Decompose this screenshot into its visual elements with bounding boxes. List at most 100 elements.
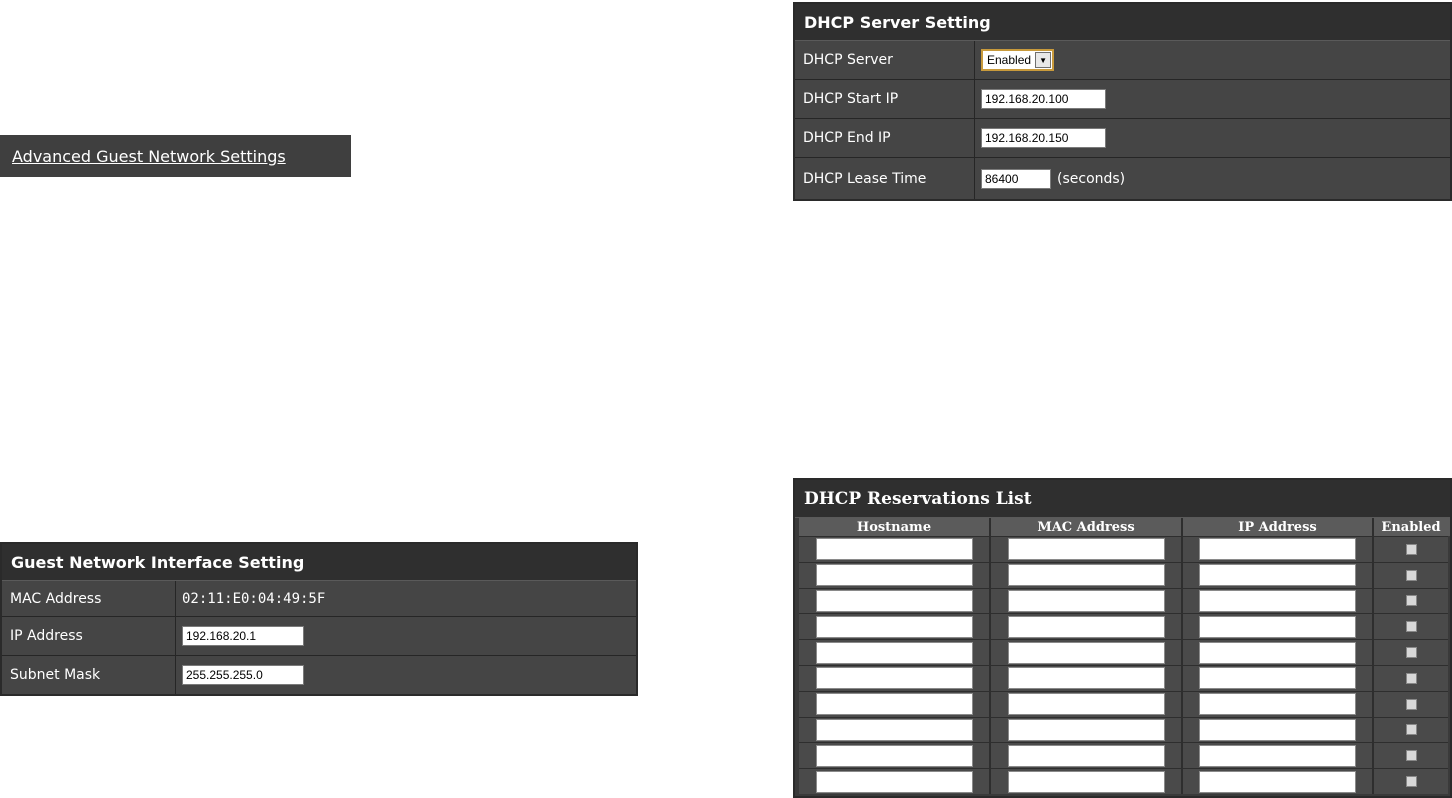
- hostname-input[interactable]: [815, 693, 973, 716]
- dhcp-server-select[interactable]: Enabled ▼: [981, 49, 1055, 71]
- hostname-input[interactable]: [815, 589, 973, 612]
- ip-address-input[interactable]: [1199, 641, 1356, 664]
- table-row: [799, 639, 1450, 665]
- table-cell: [1183, 768, 1374, 794]
- guest-mac-row: MAC Address 02:11:E0:04:49:5F: [2, 581, 636, 617]
- guest-interface-panel: Guest Network Interface Setting MAC Addr…: [0, 542, 638, 696]
- hostname-input[interactable]: [815, 667, 973, 690]
- enabled-checkbox[interactable]: [1405, 698, 1417, 710]
- enabled-checkbox[interactable]: [1405, 595, 1417, 607]
- guest-ip-input[interactable]: 192.168.20.1: [182, 626, 304, 646]
- reservations-table: Hostname MAC Address IP Address Enabled: [795, 518, 1450, 794]
- dhcp-server-row: DHCP Server Enabled ▼: [795, 41, 1450, 80]
- enabled-checkbox[interactable]: [1405, 543, 1417, 555]
- table-cell: [1374, 716, 1448, 743]
- col-hostname: Hostname: [799, 518, 991, 536]
- mac-address-input[interactable]: [1007, 564, 1165, 587]
- guest-ip-label: IP Address: [2, 617, 176, 655]
- dhcp-end-ip-input[interactable]: 192.168.20.150: [981, 128, 1106, 148]
- mac-address-input[interactable]: [1007, 538, 1165, 561]
- table-row: [799, 613, 1450, 640]
- table-cell: [1183, 536, 1374, 562]
- guest-mac-value: 02:11:E0:04:49:5F: [176, 581, 636, 616]
- mac-address-input[interactable]: [1007, 667, 1165, 690]
- hostname-input[interactable]: [815, 564, 973, 587]
- table-cell: [799, 561, 991, 588]
- guest-mask-label: Subnet Mask: [2, 656, 176, 694]
- mac-address-input[interactable]: [1007, 770, 1165, 793]
- enabled-checkbox[interactable]: [1405, 672, 1417, 684]
- table-cell: [1183, 613, 1374, 640]
- table-cell: [1183, 561, 1374, 588]
- table-cell: [1374, 613, 1448, 640]
- table-cell: [991, 561, 1183, 588]
- dhcp-start-ip-input[interactable]: 192.168.20.100: [981, 89, 1106, 109]
- table-cell: [1374, 690, 1448, 717]
- mac-address-input[interactable]: [1007, 589, 1165, 612]
- table-row: [799, 742, 1450, 769]
- hostname-input[interactable]: [815, 770, 973, 793]
- dhcp-reservations-panel: DHCP Reservations List Hostname MAC Addr…: [793, 478, 1452, 798]
- table-cell: [991, 536, 1183, 562]
- table-cell: [1374, 536, 1448, 562]
- enabled-checkbox[interactable]: [1405, 569, 1417, 581]
- table-cell: [991, 587, 1183, 614]
- ip-address-input[interactable]: [1199, 718, 1356, 741]
- hostname-input[interactable]: [815, 615, 973, 638]
- mac-address-input[interactable]: [1007, 744, 1165, 767]
- hostname-input[interactable]: [815, 744, 973, 767]
- enabled-checkbox[interactable]: [1405, 776, 1417, 788]
- table-cell: [1183, 639, 1374, 665]
- guest-mask-input[interactable]: 255.255.255.0: [182, 665, 304, 685]
- table-cell: [991, 716, 1183, 743]
- enabled-checkbox[interactable]: [1405, 621, 1417, 633]
- col-ip-address: IP Address: [1183, 518, 1374, 536]
- table-cell: [991, 664, 1183, 691]
- table-row: [799, 536, 1450, 562]
- enabled-checkbox[interactable]: [1405, 724, 1417, 736]
- ip-address-input[interactable]: [1199, 564, 1356, 587]
- col-enabled: Enabled: [1381, 519, 1441, 535]
- ip-address-input[interactable]: [1199, 770, 1356, 793]
- mac-address-input[interactable]: [1007, 718, 1165, 741]
- hostname-input[interactable]: [815, 718, 973, 741]
- dhcp-end-ip-row: DHCP End IP 192.168.20.150: [795, 119, 1450, 158]
- table-cell: [1183, 716, 1374, 743]
- dhcp-end-ip-label: DHCP End IP: [795, 119, 975, 157]
- mac-address-input[interactable]: [1007, 641, 1165, 664]
- table-cell: [1183, 742, 1374, 769]
- table-row: [799, 768, 1450, 794]
- ip-address-input[interactable]: [1199, 589, 1356, 612]
- dhcp-server-select-value: Enabled: [987, 53, 1032, 67]
- ip-address-input[interactable]: [1199, 538, 1356, 561]
- col-mac-address: MAC Address: [991, 518, 1183, 536]
- hostname-input[interactable]: [815, 538, 973, 561]
- dhcp-lease-label: DHCP Lease Time: [795, 158, 975, 199]
- table-cell: [1183, 690, 1374, 717]
- table-cell: [799, 742, 991, 769]
- table-row: [799, 716, 1450, 743]
- dhcp-server-label: DHCP Server: [795, 41, 975, 79]
- chevron-down-icon[interactable]: ▼: [1035, 52, 1052, 68]
- ip-address-input[interactable]: [1199, 615, 1356, 638]
- dhcp-server-panel: DHCP Server Setting DHCP Server Enabled …: [793, 2, 1452, 201]
- table-cell: [1183, 664, 1374, 691]
- table-cell: [799, 664, 991, 691]
- ip-address-input[interactable]: [1199, 693, 1356, 716]
- mac-address-input[interactable]: [1007, 693, 1165, 716]
- ip-address-input[interactable]: [1199, 744, 1356, 767]
- enabled-checkbox[interactable]: [1405, 647, 1417, 659]
- table-cell: [799, 690, 991, 717]
- advanced-guest-network-link[interactable]: Advanced Guest Network Settings: [12, 147, 286, 166]
- hostname-input[interactable]: [815, 641, 973, 664]
- table-row: [799, 587, 1450, 614]
- table-cell: [991, 768, 1183, 794]
- table-cell: [991, 742, 1183, 769]
- dhcp-server-title: DHCP Server Setting: [795, 4, 1450, 41]
- dhcp-lease-input[interactable]: 86400: [981, 168, 1051, 189]
- table-cell: [799, 639, 991, 665]
- enabled-checkbox[interactable]: [1405, 750, 1417, 762]
- ip-address-input[interactable]: [1199, 667, 1356, 690]
- mac-address-input[interactable]: [1007, 615, 1165, 638]
- table-row: [799, 664, 1450, 691]
